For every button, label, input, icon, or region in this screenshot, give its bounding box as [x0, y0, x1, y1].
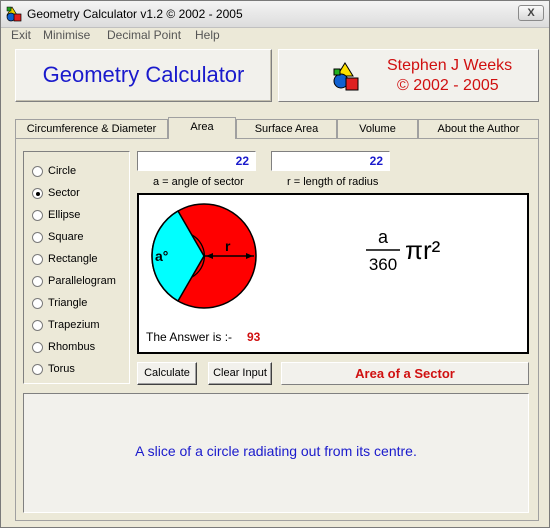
radio-circle[interactable] [32, 166, 43, 177]
tab-area[interactable]: Area [168, 117, 236, 139]
shape-label: Rectangle [48, 253, 98, 265]
menu-decimal-point[interactable]: Decimal Point [107, 28, 181, 42]
shape-label: Torus [48, 363, 75, 375]
menu-minimise[interactable]: Minimise [43, 28, 90, 42]
tab-about-author[interactable]: About the Author [418, 119, 539, 138]
area-formula: a 360 πr² [366, 227, 441, 274]
radio-rectangle[interactable] [32, 254, 43, 265]
radius-caption: r = length of radius [287, 176, 379, 188]
description-panel: A slice of a circle radiating out from i… [23, 393, 529, 513]
radio-parallelogram[interactable] [32, 276, 43, 287]
author-name: Stephen J Weeks [387, 57, 513, 74]
radio-ellipse[interactable] [32, 210, 43, 221]
shape-label: Parallelogram [48, 275, 116, 287]
shapes-logo-icon [333, 62, 359, 91]
author-years: © 2002 - 2005 [397, 77, 499, 94]
angle-value: 22 [235, 154, 249, 168]
result-title-banner: Area of a Sector [281, 362, 529, 385]
clear-input-button[interactable]: Clear Input [208, 362, 272, 385]
shape-label: Sector [48, 187, 80, 199]
diagram-panel: a° r a 360 πr² The Answer is :- 93 [137, 193, 529, 354]
radio-rhombus[interactable] [32, 342, 43, 353]
angle-caption: a = angle of sector [153, 176, 244, 188]
radius-input[interactable]: 22 [271, 151, 390, 171]
sector-diagram: a° r [151, 203, 257, 309]
radius-value: 22 [369, 154, 383, 168]
shape-description: A slice of a circle radiating out from i… [135, 443, 417, 459]
angle-symbol: a° [155, 248, 168, 264]
shape-label: Square [48, 231, 84, 243]
radius-symbol: r [225, 238, 231, 254]
app-name-panel: Geometry Calculator [15, 49, 272, 102]
radio-sector[interactable] [32, 188, 43, 199]
shape-label: Rhombus [48, 341, 96, 353]
angle-input[interactable]: 22 [137, 151, 256, 171]
close-button[interactable]: X [518, 5, 544, 21]
formula-numerator: a [378, 227, 389, 247]
app-name: Geometry Calculator [42, 62, 245, 87]
shape-label: Ellipse [48, 209, 81, 221]
window-title: Geometry Calculator v1.2 © 2002 - 2005 [27, 7, 243, 21]
app-window: Geometry Calculator v1.2 © 2002 - 2005 X… [0, 0, 550, 528]
answer-label: The Answer is :- [146, 330, 233, 344]
radio-square[interactable] [32, 232, 43, 243]
menu-exit[interactable]: Exit [11, 28, 31, 42]
radio-trapezium[interactable] [32, 320, 43, 331]
tab-surface-area[interactable]: Surface Area [236, 119, 337, 138]
formula-tail: πr² [405, 235, 441, 265]
radio-torus[interactable] [32, 364, 43, 375]
title-bar[interactable]: Geometry Calculator v1.2 © 2002 - 2005 X [1, 1, 549, 28]
radio-triangle[interactable] [32, 298, 43, 309]
shape-selector: Circle Sector Ellipse Square Rectangle P… [23, 151, 130, 384]
tab-circumference-diameter[interactable]: Circumference & Diameter [15, 119, 168, 138]
menu-bar: Exit Minimise Decimal Point Help [1, 27, 549, 43]
shape-label: Circle [48, 165, 77, 177]
author-panel: Stephen J Weeks © 2002 - 2005 [278, 49, 539, 102]
formula-denominator: 360 [369, 255, 397, 274]
tab-volume[interactable]: Volume [337, 119, 418, 138]
shape-label: Trapezium [48, 319, 100, 331]
answer-value: 93 [247, 330, 261, 344]
calculate-button[interactable]: Calculate [137, 362, 197, 385]
menu-help[interactable]: Help [195, 28, 220, 42]
shape-label: Triangle [48, 297, 88, 309]
tab-strip: Circumference & Diameter Area Surface Ar… [15, 117, 539, 139]
result-title: Area of a Sector [355, 366, 455, 381]
app-icon [6, 6, 22, 22]
